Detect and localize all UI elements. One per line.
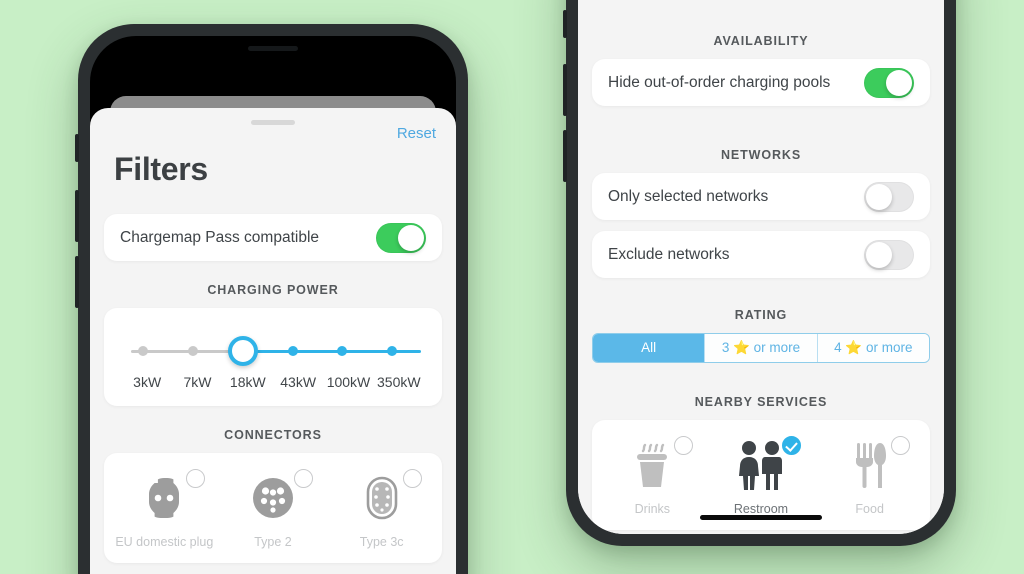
- slider-tick-43kw[interactable]: [287, 346, 298, 356]
- right-phone-device: AVAILABILITY Hide out-of-order charging …: [563, 0, 956, 546]
- connectors-heading: CONNECTORS: [224, 428, 322, 442]
- only-selected-networks-card: Only selected networks: [592, 173, 930, 220]
- exclude-networks-row[interactable]: Exclude networks: [592, 231, 930, 278]
- hide-out-of-order-toggle[interactable]: [864, 67, 914, 98]
- hide-out-of-order-label: Hide out-of-order charging pools: [608, 73, 831, 91]
- rating-segmented-control[interactable]: All 3 ⭐ or more 4 ⭐ or more: [592, 333, 930, 363]
- connector-label-eu-domestic-plug: EU domestic plug: [115, 535, 214, 549]
- slider-label-4: 100kW: [326, 374, 371, 390]
- volume-down-button[interactable]: [75, 256, 79, 308]
- mute-switch-button-right[interactable]: [563, 10, 567, 38]
- home-indicator[interactable]: [700, 515, 822, 520]
- slider-tick-3kw[interactable]: [138, 346, 149, 356]
- slider-tick-350kw[interactable]: [387, 346, 398, 356]
- charging-power-card: 3kW 7kW 18kW 43kW 100kW 350kW: [104, 308, 442, 406]
- filters-sheet: Reset Filters Chargemap Pass compatible …: [90, 108, 456, 574]
- earpiece-speaker-icon: [248, 46, 298, 51]
- volume-up-button-right[interactable]: [563, 64, 567, 116]
- nearby-services-heading: NEARBY SERVICES: [694, 395, 828, 409]
- chargemap-pass-card: Chargemap Pass compatible: [104, 214, 442, 261]
- connector-tile-type-2[interactable]: Type 2: [219, 469, 328, 549]
- notch: [180, 36, 366, 66]
- rating-segment-all[interactable]: All: [593, 334, 705, 362]
- chargemap-pass-row[interactable]: Chargemap Pass compatible: [104, 214, 442, 261]
- slider-label-5: 350kW: [377, 374, 421, 390]
- slider-tick-100kw[interactable]: [337, 346, 348, 356]
- service-label-drinks: Drinks: [634, 502, 671, 516]
- left-phone-screen: Reset Filters Chargemap Pass compatible …: [90, 36, 456, 574]
- slider-handle[interactable]: [227, 336, 258, 366]
- nearby-services-card: Drinks Restroom Food: [592, 420, 930, 530]
- toggle-knob: [866, 183, 892, 210]
- exclude-networks-label: Exclude networks: [608, 245, 730, 263]
- service-label-restroom: Restroom: [733, 502, 789, 516]
- toggle-knob: [398, 224, 424, 251]
- toggle-knob: [866, 241, 892, 268]
- toggle-knob: [886, 69, 912, 96]
- availability-card: Hide out-of-order charging pools: [592, 59, 930, 106]
- only-selected-networks-label: Only selected networks: [608, 187, 769, 205]
- connector-label-type-2: Type 2: [254, 535, 292, 549]
- service-tile-food[interactable]: Food: [815, 436, 924, 516]
- service-radio-drinks[interactable]: [673, 436, 693, 455]
- charging-power-slider[interactable]: [122, 334, 424, 368]
- volume-up-button[interactable]: [75, 190, 79, 242]
- rating-heading: RATING: [734, 308, 788, 322]
- volume-down-button-right[interactable]: [563, 130, 567, 182]
- availability-heading: AVAILABILITY: [713, 34, 809, 48]
- connector-label-type-3c: Type 3c: [359, 535, 404, 549]
- filters-scroll-content[interactable]: AVAILABILITY Hide out-of-order charging …: [578, 0, 944, 534]
- rating-segment-3-or-more[interactable]: 3 ⭐ or more: [704, 334, 817, 362]
- service-tile-drinks[interactable]: Drinks: [598, 436, 707, 516]
- hide-out-of-order-row[interactable]: Hide out-of-order charging pools: [592, 59, 930, 106]
- service-radio-food[interactable]: [891, 436, 911, 455]
- slider-label-1: 7kW: [183, 374, 212, 390]
- slider-label-0: 3kW: [133, 374, 162, 390]
- connector-radio-eu-domestic-plug[interactable]: [185, 469, 205, 488]
- chargemap-pass-toggle[interactable]: [376, 222, 426, 253]
- reset-button[interactable]: Reset: [397, 125, 436, 142]
- connectors-card: EU domestic plug Type 2 Type 3c: [104, 453, 442, 563]
- exclude-networks-toggle[interactable]: [864, 239, 914, 270]
- only-selected-networks-row[interactable]: Only selected networks: [592, 173, 930, 220]
- service-label-food: Food: [855, 502, 884, 516]
- connector-tile-eu-domestic-plug[interactable]: EU domestic plug: [110, 469, 219, 549]
- exclude-networks-card: Exclude networks: [592, 231, 930, 278]
- slider-labels: 3kW 7kW 18kW 43kW 100kW 350kW: [122, 374, 424, 390]
- mute-switch-button[interactable]: [75, 134, 79, 162]
- slider-label-3: 43kW: [280, 374, 317, 390]
- only-selected-networks-toggle[interactable]: [864, 181, 914, 212]
- networks-heading: NETWORKS: [720, 148, 802, 162]
- charging-power-heading: CHARGING POWER: [207, 283, 339, 297]
- rating-segment-4-or-more[interactable]: 4 ⭐ or more: [816, 334, 929, 362]
- slider-tick-7kw[interactable]: [187, 346, 198, 356]
- chargemap-pass-label: Chargemap Pass compatible: [120, 228, 320, 246]
- slider-label-2: 18kW: [229, 374, 266, 390]
- connector-radio-type-3c[interactable]: [403, 469, 423, 488]
- left-phone-device: Reset Filters Chargemap Pass compatible …: [75, 24, 468, 574]
- connector-tile-type-3c[interactable]: Type 3c: [327, 469, 436, 549]
- right-phone-screen: AVAILABILITY Hide out-of-order charging …: [578, 0, 944, 534]
- service-tile-restroom[interactable]: Restroom: [707, 436, 816, 516]
